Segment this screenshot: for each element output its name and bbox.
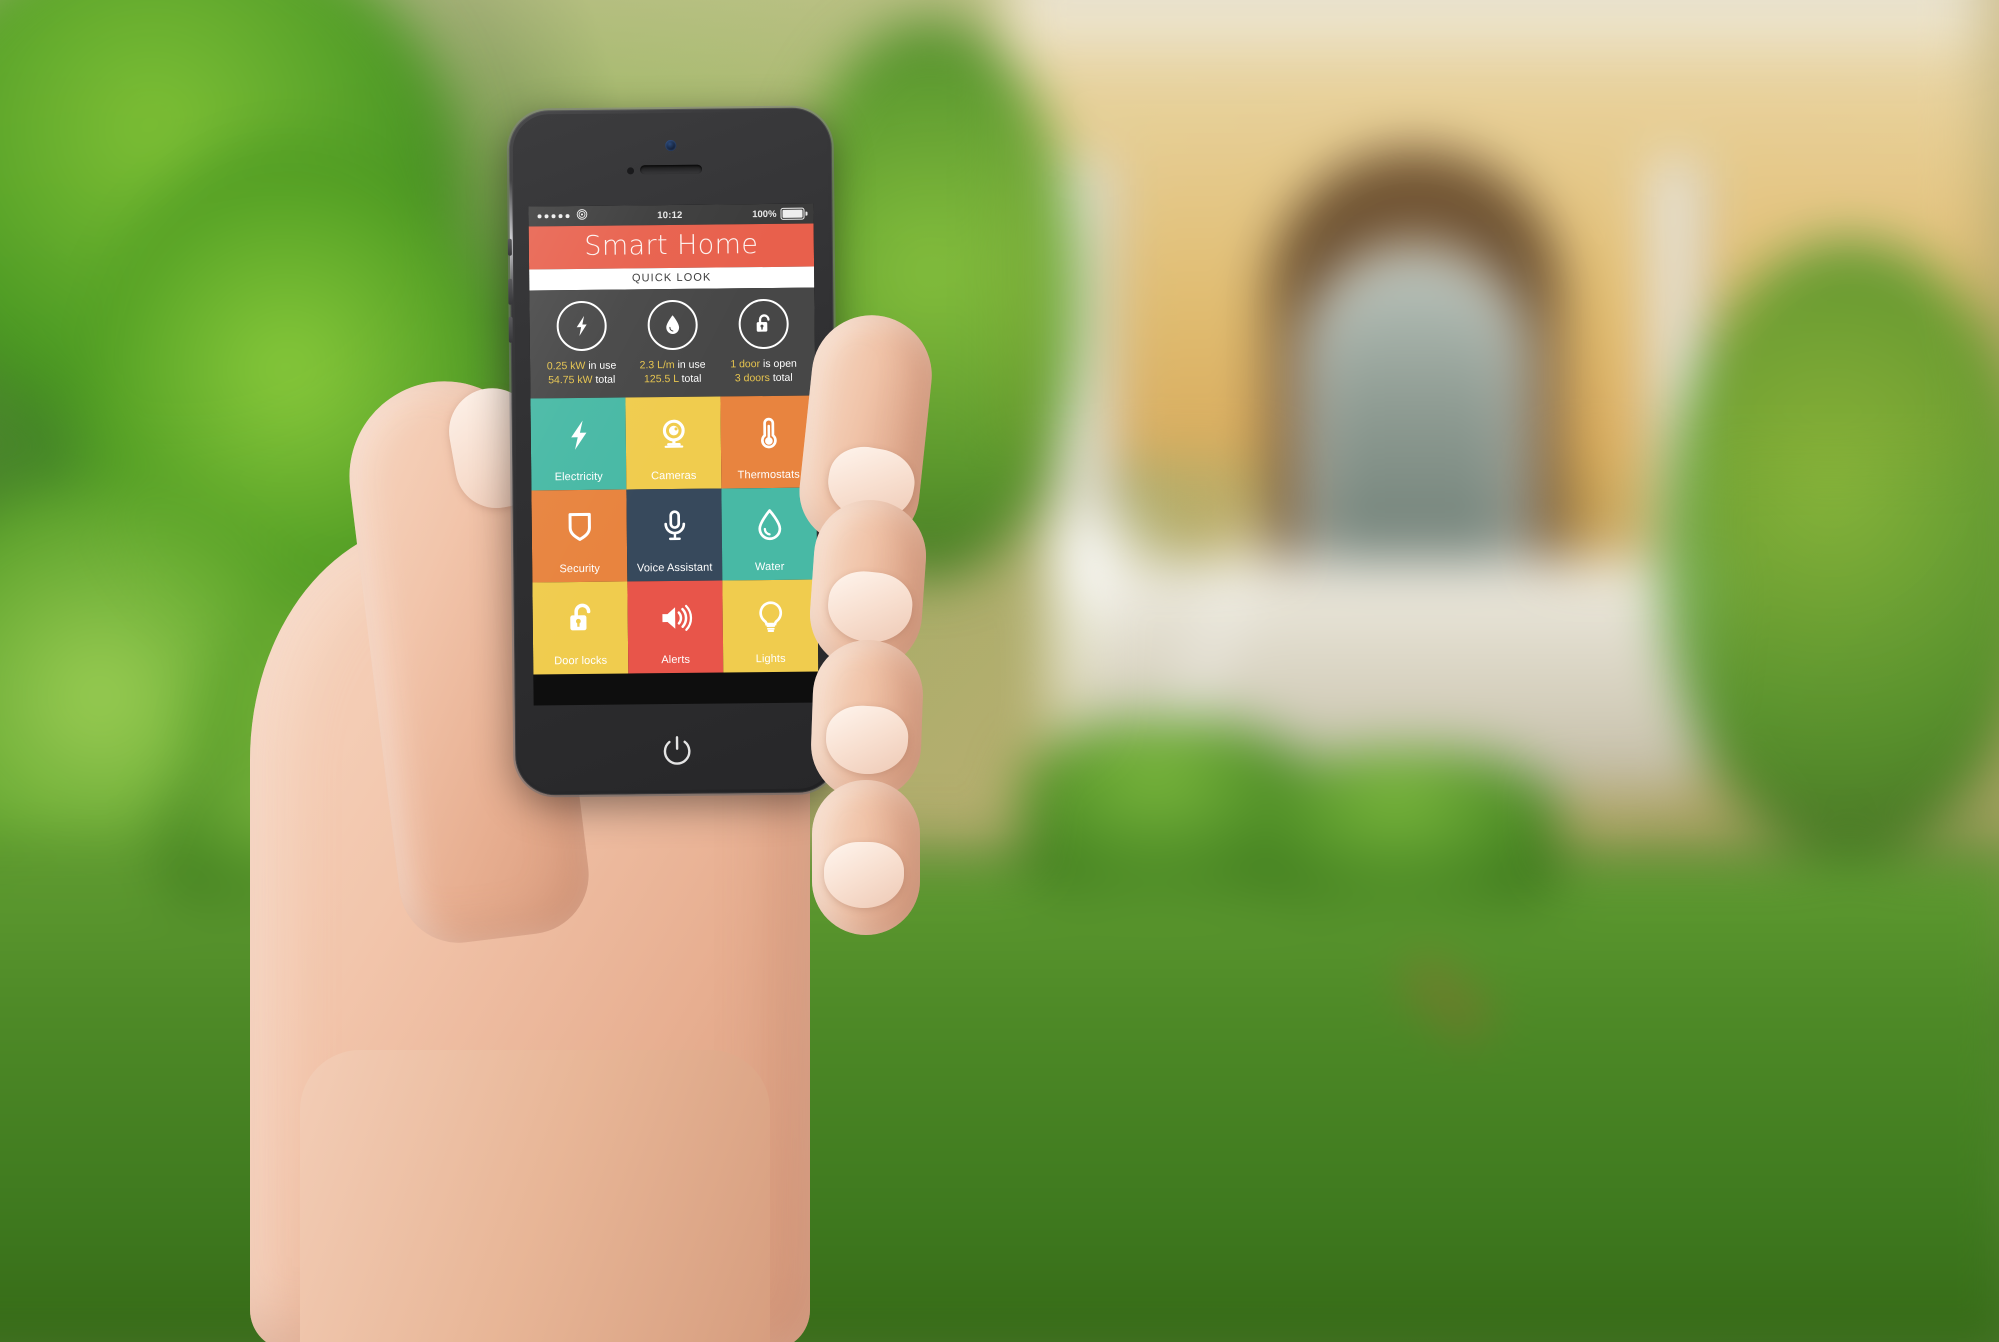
app-title: Smart Home <box>584 229 759 262</box>
smartphone: 10:12 100% Smart Home QUICK LOOK 0.25 kW… <box>507 107 839 796</box>
proximity-sensor <box>627 167 635 175</box>
battery-status: 100% <box>752 207 805 221</box>
unlocked-padlock-icon <box>737 298 789 350</box>
tile-label: Thermostats <box>737 468 800 482</box>
signal-dot-icon <box>565 214 570 219</box>
tile-security[interactable]: Security <box>531 489 628 583</box>
status-bar-time: 10:12 <box>657 209 683 221</box>
signal-strength <box>537 209 588 224</box>
water-drop-icon <box>721 487 817 562</box>
quick-look-label: QUICK LOOK <box>631 271 712 285</box>
wrist <box>300 1050 770 1342</box>
battery-percent-label: 100% <box>752 208 777 220</box>
power-icon <box>663 736 691 765</box>
tile-label: Security <box>559 562 601 575</box>
tile-cameras[interactable]: Cameras <box>625 396 722 490</box>
signal-dot-icon <box>551 214 556 219</box>
tile-label: Voice Assistant <box>636 561 713 575</box>
hand <box>0 0 1999 1342</box>
stat-value: 0.25 kW <box>546 359 586 373</box>
tile-label: Water <box>754 560 785 573</box>
tile-thermostats[interactable]: Thermostats <box>720 395 817 489</box>
stat-electricity[interactable]: 0.25 kW in use 54.75 kW total <box>535 300 627 388</box>
stat-text: total <box>681 372 702 385</box>
tile-alerts[interactable]: Alerts <box>627 580 724 674</box>
tile-label: Cameras <box>651 469 697 482</box>
volume-down-button[interactable] <box>508 316 513 343</box>
bolt-icon <box>530 397 626 472</box>
unlocked-padlock-icon <box>532 581 628 656</box>
tile-label: Door locks <box>554 654 608 667</box>
app-header: Smart Home <box>528 223 815 270</box>
tile-grid: Electricity Cameras Thermostats Security… <box>530 395 819 675</box>
signal-dot-icon <box>558 214 563 219</box>
water-drop-icon <box>646 299 698 351</box>
phone-screen[interactable]: 10:12 100% Smart Home QUICK LOOK 0.25 kW… <box>528 203 819 706</box>
quick-look-bar[interactable]: QUICK LOOK <box>529 266 815 291</box>
tile-voice-assistant[interactable]: Voice Assistant <box>626 488 723 582</box>
microphone-icon <box>626 488 722 563</box>
stat-text: total <box>772 371 793 384</box>
front-camera <box>664 139 676 152</box>
tile-door-locks[interactable]: Door locks <box>532 581 629 675</box>
bolt-icon <box>555 300 607 352</box>
stat-line-primary: 1 door is open <box>718 358 809 373</box>
stat-line-primary: 2.3 L/m in use <box>627 359 718 374</box>
stat-text: total <box>595 373 616 386</box>
lightbulb-icon <box>722 579 818 654</box>
stat-value: 125.5 L <box>643 372 679 386</box>
stat-value: 3 doors <box>734 371 770 385</box>
stat-doors[interactable]: 1 door is open 3 doors total <box>717 298 809 387</box>
tile-water[interactable]: Water <box>721 487 818 581</box>
tile-label: Lights <box>755 652 786 665</box>
webcam-icon <box>625 396 721 471</box>
tile-lights[interactable]: Lights <box>722 579 819 673</box>
screenshot-scene: 10:12 100% Smart Home QUICK LOOK 0.25 kW… <box>0 0 1999 1342</box>
earpiece-speaker <box>639 164 702 175</box>
stat-value: 1 door <box>730 358 761 371</box>
stat-text: in use <box>588 359 617 372</box>
signal-dot-icon <box>537 214 542 219</box>
signal-dot-icon <box>544 214 549 219</box>
stat-line-secondary: 54.75 kW total <box>536 373 627 388</box>
battery-full-icon <box>780 207 805 220</box>
mute-switch[interactable] <box>507 238 512 256</box>
stat-line-secondary: 125.5 L total <box>627 372 718 387</box>
quick-look-section: 0.25 kW in use 54.75 kW total 2.3 L/m in… <box>529 287 816 399</box>
thermometer-icon <box>720 395 816 470</box>
home-button[interactable] <box>653 728 699 774</box>
volume-up-button[interactable] <box>508 278 513 305</box>
tile-label: Alerts <box>661 653 691 666</box>
tile-electricity[interactable]: Electricity <box>530 397 627 491</box>
stat-value: 2.3 L/m <box>639 358 675 372</box>
tile-label: Electricity <box>554 470 603 483</box>
speaker-icon <box>627 580 723 655</box>
stat-text: is open <box>762 357 797 371</box>
stat-water[interactable]: 2.3 L/m in use 125.5 L total <box>626 299 718 388</box>
stat-line-secondary: 3 doors total <box>718 371 809 386</box>
wifi-icon <box>576 209 588 223</box>
shield-icon <box>531 489 627 564</box>
stat-value: 54.75 kW <box>548 373 593 387</box>
stat-text: in use <box>677 358 706 371</box>
stat-line-primary: 0.25 kW in use <box>536 359 627 374</box>
